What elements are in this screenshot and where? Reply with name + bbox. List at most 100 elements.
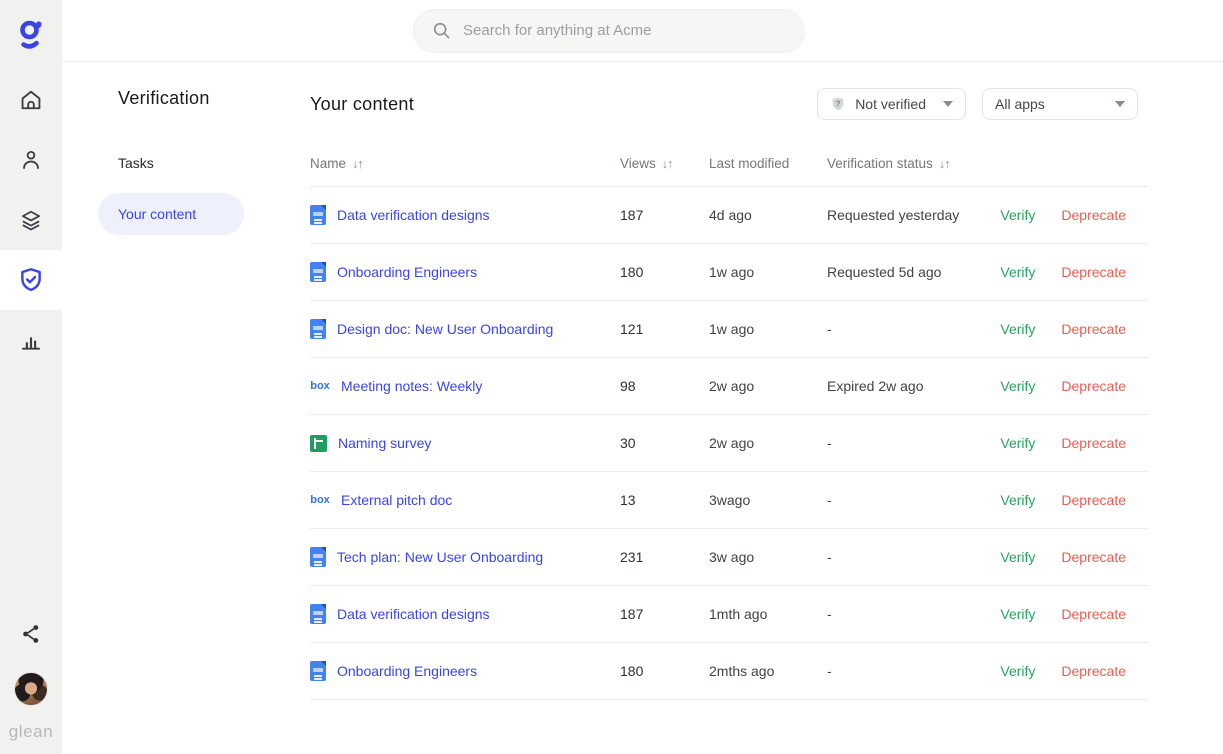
verification-status-value: -: [827, 321, 987, 337]
box-file-icon: box: [310, 495, 330, 506]
row-actions: Verify Deprecate: [987, 549, 1148, 565]
gdoc-file-icon: [310, 262, 326, 282]
gdoc-file-icon: [310, 547, 326, 567]
sort-icon[interactable]: ↓↑: [939, 157, 950, 171]
table-header: Name ↓↑ Views ↓↑ Last modified Verificat…: [310, 156, 1148, 187]
row-actions: Verify Deprecate: [987, 264, 1148, 280]
deprecate-button[interactable]: Deprecate: [1061, 378, 1126, 394]
document-link[interactable]: Tech plan: New User Onboarding: [337, 549, 543, 565]
column-header-verification-status: Verification status ↓↑: [827, 156, 987, 171]
name-cell: Naming survey: [310, 435, 620, 452]
verify-button[interactable]: Verify: [1000, 663, 1035, 679]
verification-status-value: -: [827, 492, 987, 508]
deprecate-button[interactable]: Deprecate: [1061, 549, 1126, 565]
verification-status-value: -: [827, 435, 987, 451]
deprecate-button[interactable]: Deprecate: [1061, 606, 1126, 622]
apps-filter-dropdown[interactable]: All apps: [982, 88, 1138, 120]
document-link[interactable]: Onboarding Engineers: [337, 264, 477, 280]
gdoc-file-icon: [310, 604, 326, 624]
document-link[interactable]: External pitch doc: [341, 492, 452, 508]
row-actions: Verify Deprecate: [987, 492, 1148, 508]
deprecate-button[interactable]: Deprecate: [1061, 492, 1126, 508]
row-actions: Verify Deprecate: [987, 663, 1148, 679]
last-modified-value: 2mths ago: [709, 663, 827, 679]
column-label: Verification status: [827, 156, 933, 171]
glean-wordmark: glean: [9, 722, 54, 742]
sidebar-item-analytics[interactable]: [0, 310, 62, 370]
name-cell: Data verification designs: [310, 205, 620, 225]
document-link[interactable]: Naming survey: [338, 435, 431, 451]
search-input[interactable]: Search for anything at Acme: [413, 9, 805, 53]
document-link[interactable]: Data verification designs: [337, 207, 490, 223]
verify-button[interactable]: Verify: [1000, 606, 1035, 622]
column-header-name: Name ↓↑: [310, 156, 620, 171]
verify-button[interactable]: Verify: [1000, 207, 1035, 223]
search-placeholder: Search for anything at Acme: [463, 22, 651, 39]
column-header-views: Views ↓↑: [620, 156, 709, 171]
analytics-icon: [18, 327, 44, 353]
views-value: 30: [620, 435, 709, 451]
rail-nav: [0, 70, 62, 370]
chevron-down-icon: [1115, 101, 1125, 107]
table-row: Data verification designs 187 4d ago Req…: [310, 187, 1148, 244]
verification-status-filter-dropdown[interactable]: ? Not verified: [817, 88, 966, 120]
sidebar-item-home[interactable]: [0, 70, 62, 130]
sidebar-item-verification[interactable]: [0, 250, 62, 310]
verify-button[interactable]: Verify: [1000, 435, 1035, 451]
document-link[interactable]: Design doc: New User Onboarding: [337, 321, 553, 337]
last-modified-value: 3wago: [709, 492, 827, 508]
name-cell: Tech plan: New User Onboarding: [310, 547, 620, 567]
shield-question-icon: ?: [830, 96, 846, 112]
gsheet-file-icon: [310, 435, 327, 452]
verification-subnav: Verification Tasks Your content: [62, 62, 310, 754]
svg-text:?: ?: [836, 98, 841, 108]
avatar[interactable]: [14, 672, 48, 706]
last-modified-value: 4d ago: [709, 207, 827, 223]
document-link[interactable]: Meeting notes: Weekly: [341, 378, 482, 394]
deprecate-button[interactable]: Deprecate: [1061, 321, 1126, 337]
subnav-item-tasks[interactable]: Tasks: [118, 155, 310, 171]
last-modified-value: 1w ago: [709, 321, 827, 337]
verify-button[interactable]: Verify: [1000, 492, 1035, 508]
last-modified-value: 1w ago: [709, 264, 827, 280]
sidebar-item-people[interactable]: [0, 130, 62, 190]
row-actions: Verify Deprecate: [987, 207, 1148, 223]
verification-status-value: -: [827, 663, 987, 679]
verify-button[interactable]: Verify: [1000, 264, 1035, 280]
subnav-item-your-content[interactable]: Your content: [98, 193, 244, 235]
deprecate-button[interactable]: Deprecate: [1061, 207, 1126, 223]
verification-status-value: Expired 2w ago: [827, 378, 987, 394]
box-file-icon: box: [310, 381, 330, 392]
verify-button[interactable]: Verify: [1000, 549, 1035, 565]
document-link[interactable]: Onboarding Engineers: [337, 663, 477, 679]
column-header-last-modified: Last modified: [709, 156, 827, 171]
row-actions: Verify Deprecate: [987, 378, 1148, 394]
sort-icon[interactable]: ↓↑: [352, 157, 363, 171]
deprecate-button[interactable]: Deprecate: [1061, 264, 1126, 280]
subnav-title: Verification: [118, 88, 310, 109]
deprecate-button[interactable]: Deprecate: [1061, 663, 1126, 679]
glean-logo[interactable]: [17, 12, 45, 56]
gdoc-file-icon: [310, 205, 326, 225]
views-value: 180: [620, 663, 709, 679]
share-icon[interactable]: [19, 622, 43, 646]
table-row: box External pitch doc 13 3wago - Verify…: [310, 472, 1148, 529]
column-label: Views: [620, 156, 656, 171]
table-row: box Meeting notes: Weekly 98 2w ago Expi…: [310, 358, 1148, 415]
sidebar-item-collections[interactable]: [0, 190, 62, 250]
row-actions: Verify Deprecate: [987, 606, 1148, 622]
collections-icon: [18, 207, 44, 233]
verification-status-value: -: [827, 549, 987, 565]
share-nodes-icon: [19, 622, 43, 646]
deprecate-button[interactable]: Deprecate: [1061, 435, 1126, 451]
views-value: 13: [620, 492, 709, 508]
document-link[interactable]: Data verification designs: [337, 606, 490, 622]
name-cell: Onboarding Engineers: [310, 262, 620, 282]
sort-icon[interactable]: ↓↑: [662, 157, 673, 171]
table-body: Data verification designs 187 4d ago Req…: [310, 187, 1148, 700]
gdoc-file-icon: [310, 319, 326, 339]
verify-button[interactable]: Verify: [1000, 378, 1035, 394]
table-row: Design doc: New User Onboarding 121 1w a…: [310, 301, 1148, 358]
verify-button[interactable]: Verify: [1000, 321, 1035, 337]
your-content-panel: Your content ? Not verified All apps: [310, 62, 1223, 754]
